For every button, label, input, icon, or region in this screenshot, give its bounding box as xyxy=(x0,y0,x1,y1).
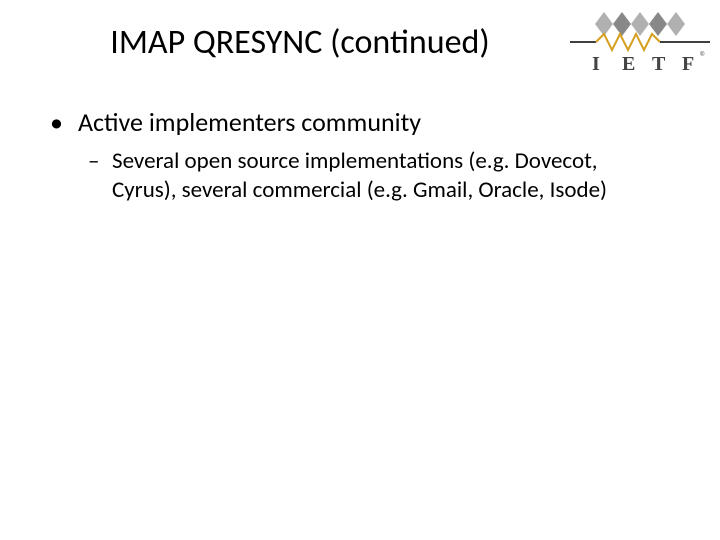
bullet-text: Several open source implementations (e.g… xyxy=(112,147,652,207)
bullet-level2: – Several open source implementations (e… xyxy=(88,147,680,207)
svg-text:T: T xyxy=(652,53,666,75)
svg-text:F: F xyxy=(682,53,694,75)
slide-content: • Active implementers community – Severa… xyxy=(50,108,680,206)
slide-title: IMAP QRESYNC (continued) xyxy=(0,22,600,63)
bullet-marker: • xyxy=(50,108,78,137)
bullet-marker: – xyxy=(88,147,112,207)
bullet-level1: • Active implementers community xyxy=(50,108,680,137)
svg-text:®: ® xyxy=(700,51,705,58)
bullet-text: Active implementers community xyxy=(78,108,421,137)
svg-text:E: E xyxy=(622,53,635,75)
